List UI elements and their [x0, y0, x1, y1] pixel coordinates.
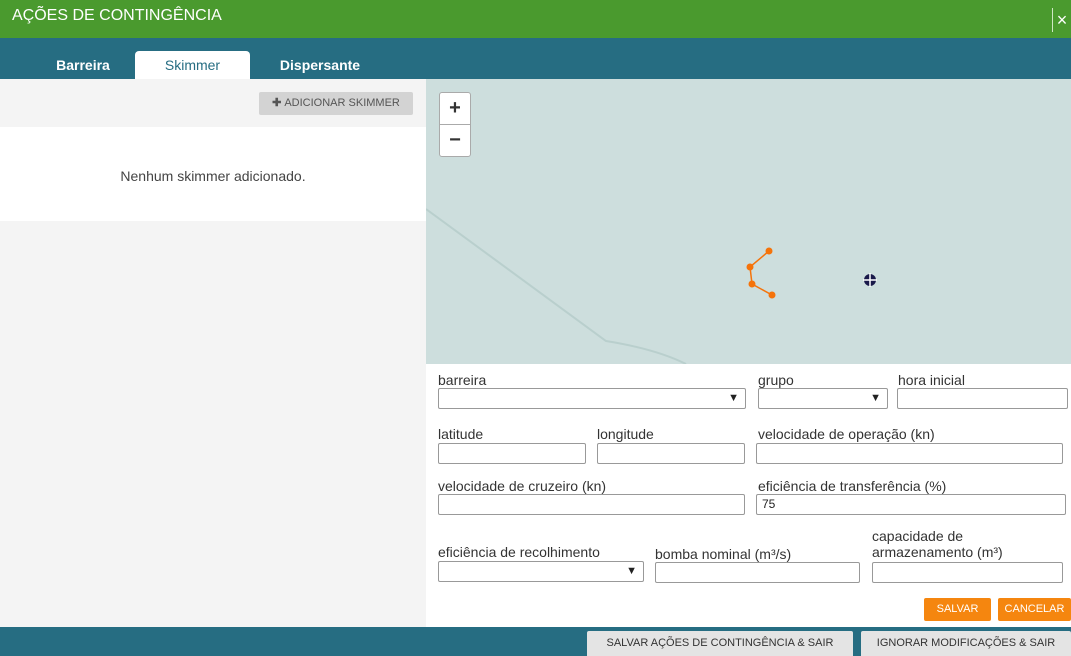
velocidade-cruzeiro-label: velocidade de cruzeiro (kn) — [438, 478, 607, 494]
add-skimmer-button[interactable]: ✚ ADICIONAR SKIMMER — [259, 92, 413, 115]
grupo-label: grupo — [758, 372, 794, 388]
ignore-and-exit-button[interactable]: IGNORAR MODIFICAÇÕES & SAIR — [861, 631, 1071, 656]
skimmer-list-panel: ✚ ADICIONAR SKIMMER Nenhum skimmer adicio… — [0, 79, 426, 627]
capacidade-label-line1: capacidade de — [872, 528, 964, 544]
empty-list-message: Nenhum skimmer adicionado. — [120, 168, 306, 184]
barreira-label: barreira — [438, 372, 487, 388]
barreira-select[interactable]: ▼ — [438, 388, 746, 409]
longitude-input[interactable] — [597, 443, 745, 464]
tab-bar: Barreira Skimmer Dispersante — [0, 38, 1071, 79]
map-coastline — [426, 208, 687, 364]
eficiencia-transferencia-label: eficiência de transferência (%) — [758, 478, 947, 494]
velocidade-cruzeiro-input[interactable] — [438, 494, 745, 515]
longitude-label: longitude — [597, 426, 654, 442]
skimmer-form: barreira ▼ grupo ▼ hora inicial latitude… — [426, 364, 1071, 627]
zoom-control: + − — [439, 92, 471, 157]
tab-skimmer[interactable]: Skimmer — [135, 51, 250, 79]
zoom-out-button[interactable]: − — [440, 125, 470, 156]
cancel-skimmer-button[interactable]: CANCELAR — [998, 598, 1071, 621]
barrier-vertex[interactable] — [768, 291, 776, 299]
latitude-input[interactable] — [438, 443, 586, 464]
dropdown-arrow-icon: ▼ — [626, 565, 637, 577]
skimmer-toolbar: ✚ ADICIONAR SKIMMER — [0, 79, 426, 127]
window-title: AÇÕES DE CONTINGÊNCIA — [12, 7, 222, 24]
window-titlebar: AÇÕES DE CONTINGÊNCIA × — [0, 0, 1071, 38]
dropdown-arrow-icon: ▼ — [728, 392, 739, 404]
eficiencia-recolhimento-select[interactable]: ▼ — [438, 561, 644, 582]
tab-barreira[interactable]: Barreira — [47, 51, 119, 79]
hora-inicial-label: hora inicial — [898, 372, 965, 388]
eficiencia-recolhimento-label: eficiência de recolhimento — [438, 544, 600, 560]
tab-dispersante[interactable]: Dispersante — [270, 51, 370, 79]
velocidade-operacao-input[interactable] — [756, 443, 1063, 464]
velocidade-operacao-label: velocidade de operação (kn) — [758, 426, 935, 442]
capacidade-input[interactable] — [872, 562, 1063, 583]
map-canvas — [426, 208, 877, 364]
add-skimmer-label: ADICIONAR SKIMMER — [284, 97, 400, 109]
barrier-vertex[interactable] — [746, 263, 754, 271]
bomba-nominal-label: bomba nominal (m³/s) — [655, 546, 792, 562]
save-and-exit-button[interactable]: SALVAR AÇÕES DE CONTINGÊNCIA & SAIR — [587, 631, 853, 656]
eficiencia-transferencia-input[interactable]: 75 — [756, 494, 1066, 515]
skimmer-list: Nenhum skimmer adicionado. — [0, 127, 426, 221]
grupo-select[interactable]: ▼ — [758, 388, 888, 409]
dropdown-arrow-icon: ▼ — [870, 392, 881, 404]
barrier-vertex[interactable] — [748, 280, 756, 288]
barrier-polyline — [749, 250, 773, 296]
barrier-vertex[interactable] — [765, 247, 773, 255]
crosshair-marker-icon[interactable] — [863, 273, 877, 287]
latitude-label: latitude — [438, 426, 484, 442]
capacidade-label-line2: armazenamento (m³) — [872, 544, 1003, 560]
footer-bar: SALVAR AÇÕES DE CONTINGÊNCIA & SAIR IGNO… — [0, 627, 1071, 656]
plus-icon: ✚ — [272, 97, 282, 109]
bomba-nominal-input[interactable] — [655, 562, 860, 583]
map-view[interactable]: + − — [426, 79, 1071, 364]
close-icon[interactable]: × — [1052, 8, 1071, 32]
save-skimmer-button[interactable]: SALVAR — [924, 598, 991, 621]
hora-inicial-input[interactable] — [897, 388, 1068, 409]
zoom-in-button[interactable]: + — [440, 93, 470, 125]
